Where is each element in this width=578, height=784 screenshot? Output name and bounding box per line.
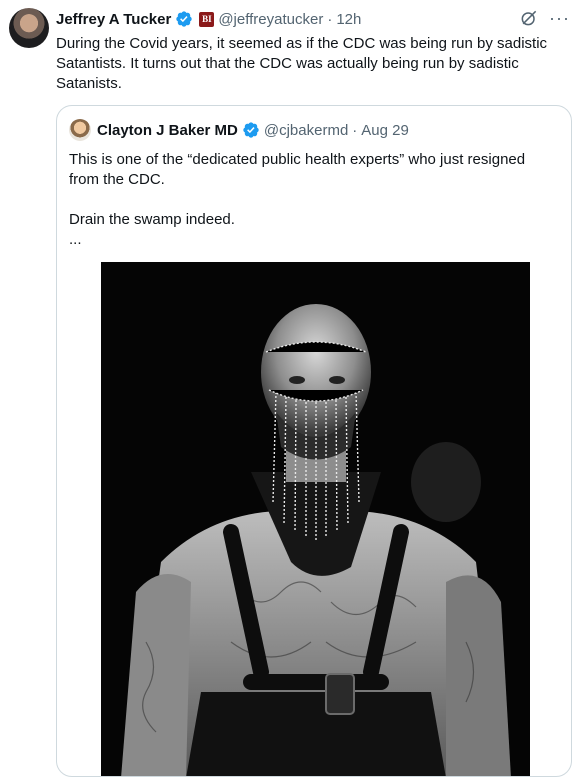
photo-illustration xyxy=(101,262,530,776)
author-handle[interactable]: @jeffreyatucker xyxy=(218,11,323,28)
quoted-author-name[interactable]: Clayton J Baker MD xyxy=(97,122,238,139)
tweet-time[interactable]: 12h xyxy=(336,11,361,28)
author-avatar[interactable] xyxy=(9,8,49,48)
quoted-tweet-text: This is one of the “dedicated public hea… xyxy=(69,150,559,250)
quoted-text-line: Drain the swamp indeed. xyxy=(69,211,235,228)
quoted-tweet-date[interactable]: Aug 29 xyxy=(361,122,409,139)
quoted-tweet-photo[interactable] xyxy=(101,262,530,776)
quoted-text-ellipsis: ... xyxy=(69,231,82,248)
tweet-text: During the Covid years, it seemed as if … xyxy=(56,35,548,92)
quoted-tweet[interactable]: Clayton J Baker MD @cjbakermd · Aug 29 T… xyxy=(56,105,572,777)
tweet-header: Jeffrey A Tucker BI @jeffreyatucker · 12… xyxy=(56,8,361,30)
separator-dot: · xyxy=(327,10,333,28)
verified-badge-icon xyxy=(176,11,193,27)
separator-dot: · xyxy=(352,121,358,139)
more-icon[interactable]: ··· xyxy=(549,9,570,27)
quoted-author-handle[interactable]: @cjbakermd xyxy=(264,122,348,139)
quoted-author-avatar[interactable] xyxy=(69,119,91,141)
tweet-top-actions: ··· xyxy=(519,8,570,28)
grok-icon[interactable] xyxy=(519,8,539,28)
verified-badge-icon xyxy=(243,122,259,138)
affiliation-badge-icon[interactable]: BI xyxy=(199,11,215,27)
author-name[interactable]: Jeffrey A Tucker xyxy=(56,11,171,28)
tweet[interactable]: Jeffrey A Tucker BI @jeffreyatucker · 12… xyxy=(0,0,578,784)
quoted-text-line: This is one of the “dedicated public hea… xyxy=(69,151,526,188)
quoted-tweet-header: Clayton J Baker MD @cjbakermd · Aug 29 xyxy=(69,119,409,141)
